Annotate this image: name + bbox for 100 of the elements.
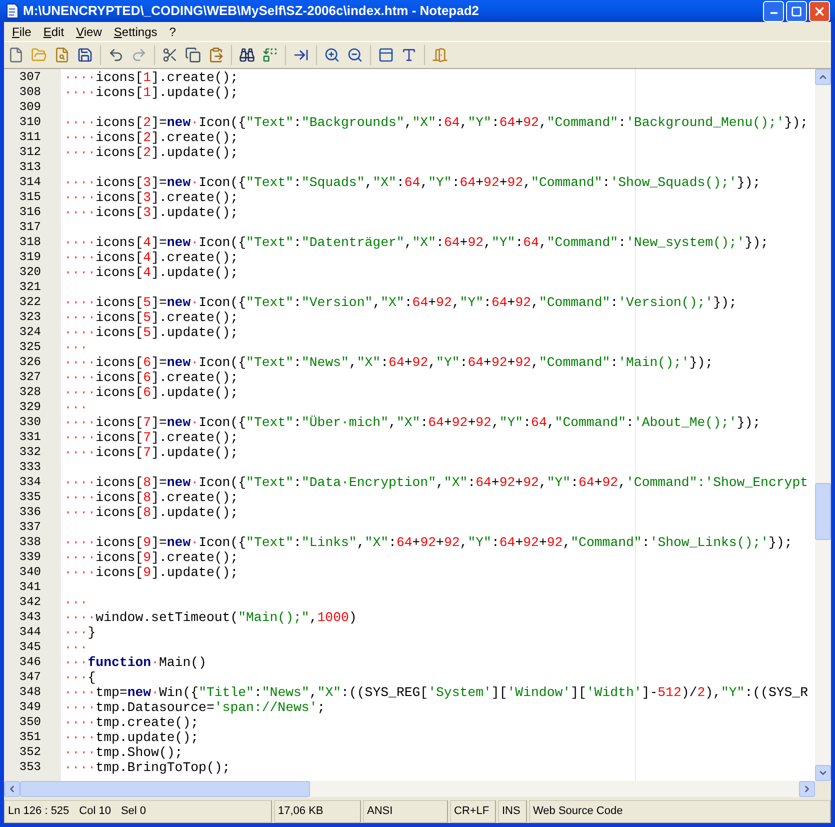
line-number: 340 <box>18 565 42 580</box>
line-number: 346 <box>18 655 42 670</box>
status-text: Web Source Code <box>533 804 623 820</box>
paste-icon[interactable] <box>208 47 224 63</box>
copy-icon[interactable] <box>185 47 201 63</box>
line-number: 326 <box>18 355 42 370</box>
line-number: 307 <box>18 70 42 85</box>
minimize-button[interactable] <box>763 0 784 22</box>
line-number: 347 <box>18 670 42 685</box>
line-number: 339 <box>18 550 42 565</box>
code-line: ····icons[8].update(); <box>64 505 238 520</box>
exit-icon[interactable] <box>432 47 448 63</box>
undo-icon[interactable] <box>108 47 124 63</box>
code-line: ····icons[2]=new·Icon({"Text":"Backgrounds","X":64,"Y":64+92,"Command":'Background_Menu();'}); <box>64 115 808 130</box>
save-icon[interactable] <box>77 47 93 63</box>
code-line: ····icons[7].create(); <box>64 430 238 445</box>
line-number: 342 <box>18 595 42 610</box>
zoom-in-icon[interactable] <box>324 47 340 63</box>
menu-item[interactable]: File <box>6 22 38 40</box>
code-line: ····icons[9].create(); <box>64 550 238 565</box>
code-line: ····icons[9]=new·Icon({"Text":"Links","X":64+92+92,"Y":64+92+92,"Command":'Show_Links();'}); <box>64 535 792 550</box>
line-number: 338 <box>18 535 42 550</box>
code-line: ··· <box>64 595 88 610</box>
code-line: ····icons[2].update(); <box>64 145 238 160</box>
goto-line-icon[interactable] <box>293 47 309 63</box>
line-number: 341 <box>18 580 42 595</box>
line-number: 331 <box>18 430 42 445</box>
code-line: ····icons[7]=new·Icon({"Text":"Über·mich","X":64+92+92,"Y":64,"Command":'About_Me();'}); <box>64 415 761 430</box>
maximize-button[interactable] <box>786 0 807 22</box>
line-number: 323 <box>18 310 42 325</box>
menu-item[interactable]: Settings <box>108 22 164 40</box>
new-document-icon[interactable] <box>8 47 24 63</box>
scroll-down-button[interactable] <box>815 765 831 781</box>
chevron-right-icon <box>802 784 812 794</box>
view-panel-icon[interactable] <box>378 47 394 63</box>
replace-icon[interactable] <box>262 47 278 63</box>
menu-item[interactable]: View <box>70 22 108 40</box>
chevron-down-icon <box>818 768 828 778</box>
code-line: ····icons[6].update(); <box>64 385 238 400</box>
vertical-scrollbar[interactable] <box>815 69 831 781</box>
line-number: 322 <box>18 295 42 310</box>
line-number: 324 <box>18 325 42 340</box>
line-number: 310 <box>18 115 42 130</box>
code-line: ····icons[5].update(); <box>64 325 238 340</box>
chevron-up-icon <box>818 72 828 82</box>
status-text: 17,06 KB <box>278 804 324 820</box>
line-number: 344 <box>18 625 42 640</box>
line-number: 334 <box>18 475 42 490</box>
line-number: 345 <box>18 640 42 655</box>
code-line: ····tmp.create(); <box>64 715 199 730</box>
line-number: 316 <box>18 205 42 220</box>
line-number: 317 <box>18 220 42 235</box>
scroll-up-button[interactable] <box>815 69 831 85</box>
menu-item[interactable]: ? <box>163 22 182 40</box>
code-line: ····tmp.update(); <box>64 730 199 745</box>
code-line: ···function·Main() <box>64 655 206 670</box>
maximize-icon <box>791 6 802 16</box>
window-title: M:\UNENCRYPTED\_CODING\WEB\MySelf\SZ-2006c\index.htm - Notepad2 <box>23 2 480 20</box>
code-line: ····icons[3]=new·Icon({"Text":"Squads","X":64,"Y":64+92+92,"Command":'Show_Squads();'}); <box>64 175 761 190</box>
line-number: 343 <box>18 610 42 625</box>
status-text: Sel 0 <box>120 804 146 820</box>
code-line: ····icons[7].update(); <box>64 445 238 460</box>
find-icon[interactable] <box>239 47 255 63</box>
horizontal-scrollbar[interactable] <box>4 781 815 797</box>
line-number: 315 <box>18 190 42 205</box>
code-line: ····icons[9].update(); <box>64 565 238 580</box>
line-number: 325 <box>18 340 42 355</box>
status-text: Col 10 <box>79 804 111 820</box>
code-line: ···{ <box>64 670 96 685</box>
line-number: 319 <box>18 250 42 265</box>
browse-file-icon[interactable] <box>54 47 70 63</box>
font-icon[interactable] <box>401 47 417 63</box>
line-number: 349 <box>18 700 42 715</box>
scrollbar-thumb[interactable] <box>20 781 310 797</box>
code-line: ····icons[2].create(); <box>64 130 238 145</box>
line-number: 348 <box>18 685 42 700</box>
code-line: ····tmp.BringToTop(); <box>64 760 230 775</box>
menu-item[interactable]: Edit <box>37 22 70 40</box>
scroll-left-button[interactable] <box>4 781 20 797</box>
code-line: ····icons[6].create(); <box>64 370 238 385</box>
notepad-icon <box>5 3 19 19</box>
code-line: ····icons[1].update(); <box>64 85 238 100</box>
code-line: ····icons[4].create(); <box>64 250 238 265</box>
scrollbar-thumb[interactable] <box>815 483 831 540</box>
close-button[interactable] <box>809 0 830 22</box>
scroll-right-button[interactable] <box>799 781 815 797</box>
code-line: ··· <box>64 400 88 415</box>
code-line: ····icons[4]=new·Icon({"Text":"Datenträger","X":64+92,"Y":64,"Command":'New_system();'}); <box>64 235 768 250</box>
line-number: 351 <box>18 730 42 745</box>
line-number: 337 <box>18 520 42 535</box>
line-number: 332 <box>18 445 42 460</box>
line-number: 320 <box>18 265 42 280</box>
zoom-out-icon[interactable] <box>347 47 363 63</box>
line-number: 353 <box>18 760 42 775</box>
line-number: 352 <box>18 745 42 760</box>
line-number: 313 <box>18 160 42 175</box>
line-number: 321 <box>18 280 42 295</box>
code-line: ····icons[8]=new·Icon({"Text":"Data·Encryption","X":64+92+92,"Y":64+92,'Command":'Show_Encrypt <box>64 475 808 490</box>
code-line: ····icons[6]=new·Icon({"Text":"News","X":64+92,"Y":64+92+92,"Command":'Main();'}); <box>64 355 714 370</box>
cut-icon[interactable] <box>162 47 178 63</box>
